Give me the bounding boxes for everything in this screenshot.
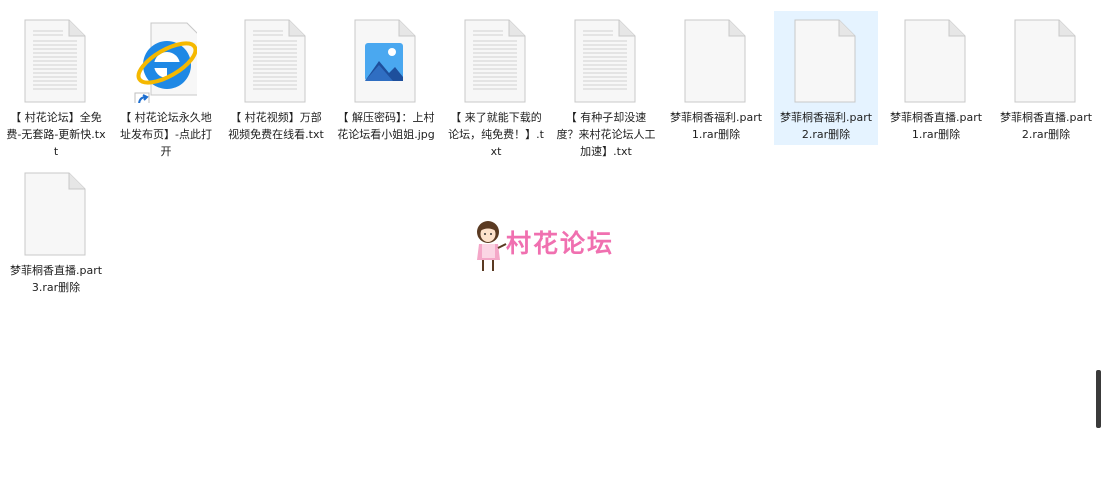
- text-file-icon: [463, 19, 527, 103]
- file-name: 【 来了就能下载的论坛，纯免费！】.txt: [448, 111, 544, 158]
- file-name: 【 有种子却没速度？来村花论坛人工加速】.txt: [556, 111, 656, 158]
- file-name: 【 村花论坛】全免费-无套路-更新快.txt: [6, 111, 106, 158]
- file-name: 梦菲桐香直播.part3.rar删除: [9, 264, 103, 294]
- file-name: 【 解压密码】：上村花论坛看小姐姐.jpg: [337, 111, 435, 141]
- file-item[interactable]: 【 村花论坛】全免费-无套路-更新快.txt: [4, 11, 108, 158]
- cartoon-girl-icon: [477, 221, 507, 271]
- file-name: 梦菲桐香直播.part1.rar删除: [889, 111, 983, 141]
- watermark-text: 村花论坛: [506, 229, 615, 258]
- file-item[interactable]: 【 村花视频】万部视频免费在线看.txt: [224, 11, 328, 145]
- file-item[interactable]: 【 解压密码】：上村花论坛看小姐姐.jpg: [334, 11, 438, 145]
- file-item[interactable]: 【 村花论坛永久地址发布页】-点此打开: [114, 11, 218, 158]
- file-item[interactable]: 【 有种子却没速度？来村花论坛人工加速】.txt: [554, 11, 658, 158]
- file-item-selected[interactable]: 梦菲桐香福利.part2.rar删除: [774, 11, 878, 145]
- file-name: 【 村花论坛永久地址发布页】-点此打开: [120, 111, 212, 158]
- text-file-icon: [23, 19, 87, 103]
- text-file-icon: [573, 19, 637, 103]
- file-item[interactable]: 梦菲桐香直播.part3.rar删除: [4, 164, 108, 298]
- file-name: 梦菲桐香直播.part2.rar删除: [999, 111, 1093, 141]
- blank-file-icon: [1013, 19, 1077, 103]
- watermark: 村花论坛: [474, 218, 654, 274]
- file-item[interactable]: 梦菲桐香直播.part2.rar删除: [994, 11, 1098, 145]
- internet-shortcut-icon: [133, 19, 197, 103]
- blank-file-icon: [793, 19, 857, 103]
- file-item[interactable]: 梦菲桐香福利.part1.rar删除: [664, 11, 768, 145]
- image-file-icon: [353, 19, 417, 103]
- file-name: 梦菲桐香福利.part2.rar删除: [779, 111, 873, 141]
- blank-file-icon: [683, 19, 747, 103]
- file-name: 梦菲桐香福利.part1.rar删除: [669, 111, 763, 141]
- file-item[interactable]: 梦菲桐香直播.part1.rar删除: [884, 11, 988, 145]
- file-item[interactable]: 【 来了就能下载的论坛，纯免费！】.txt: [444, 11, 548, 158]
- vertical-scrollbar[interactable]: [1096, 370, 1101, 428]
- blank-file-icon: [903, 19, 967, 103]
- blank-file-icon: [23, 172, 87, 256]
- file-name: 【 村花视频】万部视频免费在线看.txt: [228, 111, 324, 141]
- text-file-icon: [243, 19, 307, 103]
